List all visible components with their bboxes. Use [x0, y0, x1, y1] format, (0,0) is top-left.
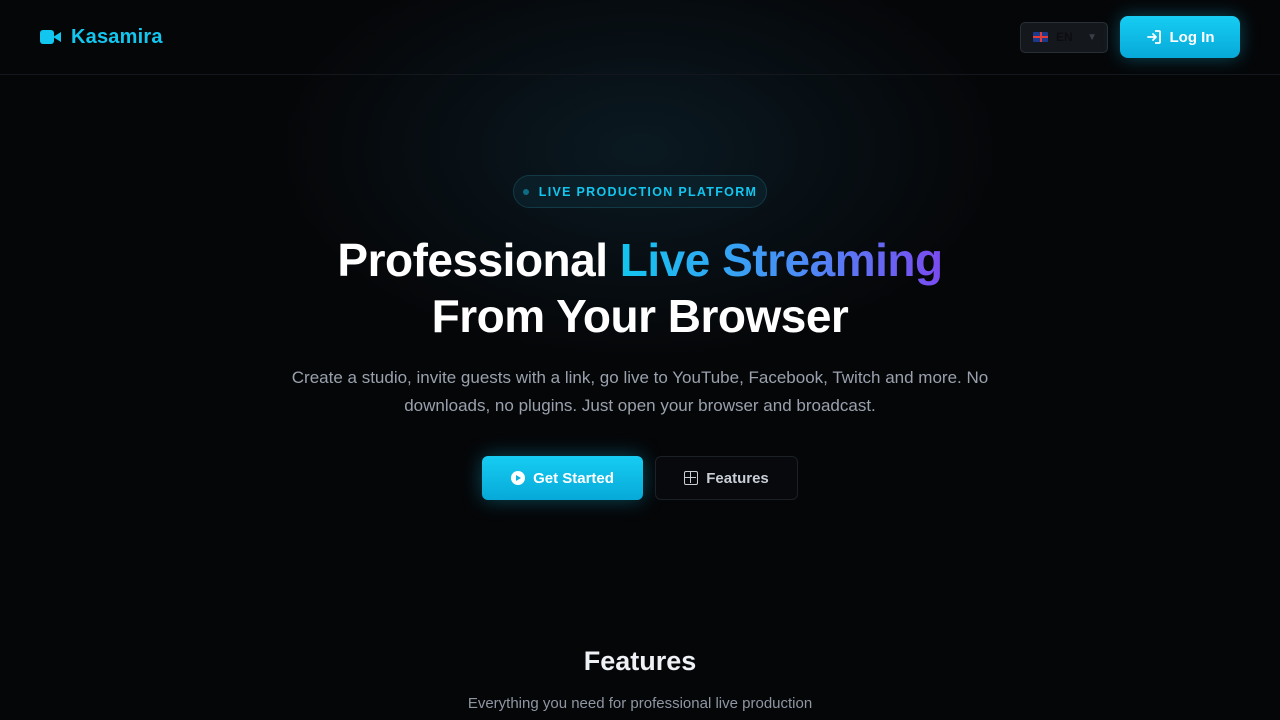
- log-in-icon: [1146, 30, 1161, 44]
- language-select[interactable]: EN ▼: [1020, 21, 1108, 53]
- grid-icon: [684, 471, 699, 485]
- log-in-button[interactable]: Log In: [1120, 16, 1240, 58]
- play-circle-icon: [511, 471, 526, 485]
- chevron-down-icon: ▼: [1087, 31, 1097, 43]
- hero-subtitle: Create a studio, invite guests with a li…: [291, 368, 989, 415]
- get-started-button[interactable]: Get Started: [482, 456, 643, 500]
- hero-headline: Professional Live Streaming From Your Br…: [0, 232, 1280, 344]
- uk-flag-icon: [1033, 32, 1048, 42]
- features-title: Features: [583, 646, 697, 676]
- header-actions: EN ▼ Log In: [1020, 16, 1240, 58]
- get-started-label: Get Started: [533, 469, 614, 487]
- top-navbar: Kasamira EN ▼ Log In: [0, 0, 1280, 75]
- features-subtitle: Everything you need for professional liv…: [467, 695, 813, 712]
- hero-cta-row: Get Started Features: [0, 456, 1280, 500]
- headline-line2: From Your Browser: [431, 290, 849, 342]
- headline-highlight: Live Streaming: [619, 234, 943, 286]
- log-in-label: Log In: [1169, 28, 1215, 46]
- badge-text: LIVE PRODUCTION PLATFORM: [538, 184, 758, 199]
- brand-logo[interactable]: Kasamira: [40, 26, 163, 49]
- features-button[interactable]: Features: [655, 456, 798, 500]
- video-camera-icon: [40, 30, 62, 44]
- badge-dot-icon: [522, 188, 529, 195]
- platform-badge: LIVE PRODUCTION PLATFORM: [513, 175, 767, 208]
- language-code: EN: [1056, 30, 1073, 44]
- brand-name: Kasamira: [71, 25, 163, 48]
- features-button-label: Features: [706, 469, 769, 487]
- headline-part1: Professional: [337, 234, 608, 286]
